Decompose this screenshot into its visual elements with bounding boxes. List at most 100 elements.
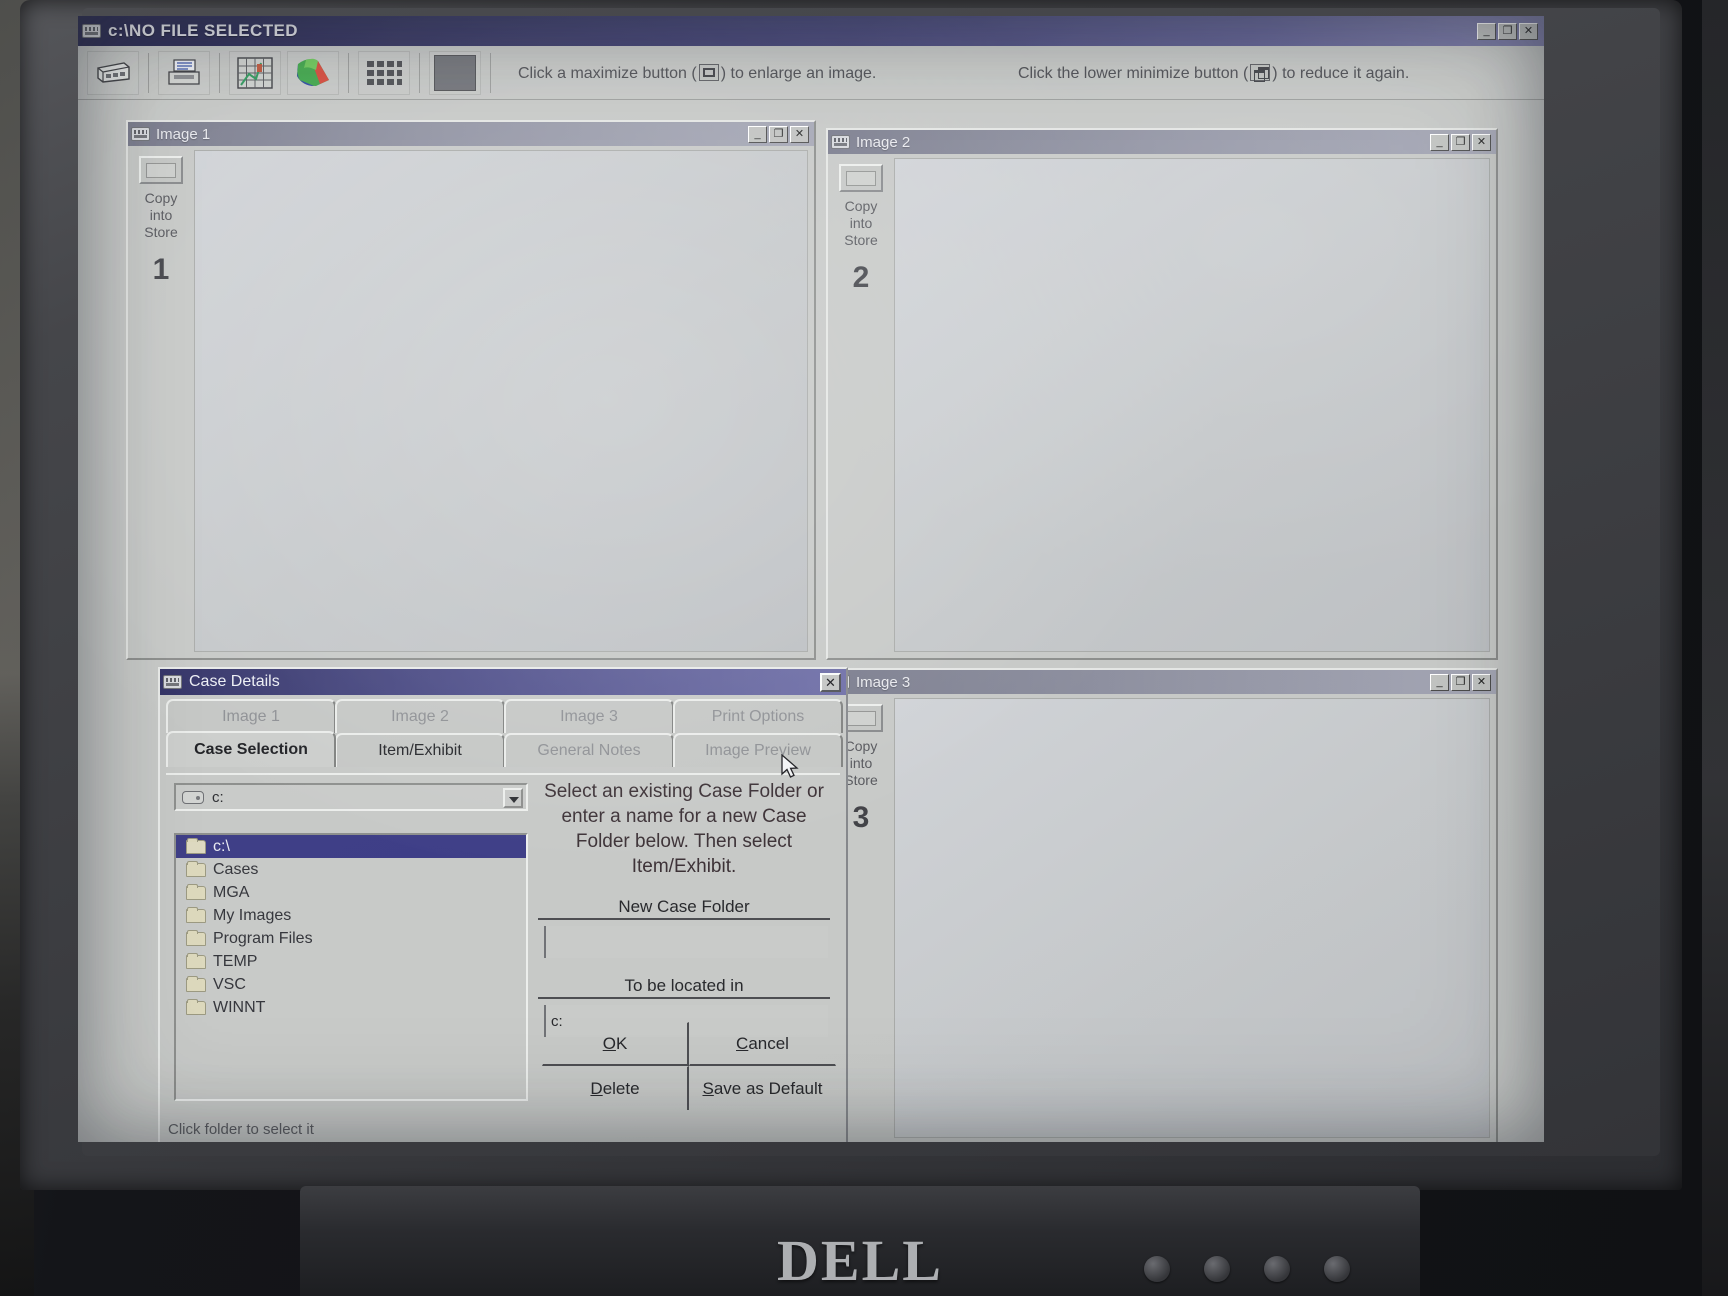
image-window-icon: [831, 135, 850, 149]
image-2-copy-line2: into: [849, 215, 873, 231]
image-1-close-button[interactable]: ✕: [790, 125, 809, 143]
dark-square-icon-button[interactable]: [429, 50, 481, 95]
monitor-buttons[interactable]: [1144, 1256, 1350, 1282]
image-2-copy-line1: Copy: [844, 198, 878, 214]
case-selection-panel: c: c:\ Cases MGA My Images Program Files…: [166, 773, 840, 1114]
image-2-minimize-button[interactable]: _: [1430, 133, 1449, 151]
image-1-number: 1: [152, 253, 170, 286]
monitor-power-button[interactable]: [1324, 1256, 1350, 1282]
image-window-3-controls[interactable]: _ ❐ ✕: [1430, 673, 1491, 691]
image-3-minimize-button[interactable]: _: [1430, 673, 1449, 691]
case-details-window-icon: [163, 675, 182, 689]
list-item[interactable]: Program Files: [176, 927, 526, 950]
save-as-default-button[interactable]: Save as Default: [689, 1066, 836, 1110]
image-window-2[interactable]: Image 2 _ ❐ ✕ Copy into Store 2: [826, 128, 1498, 660]
folder-icon: [186, 906, 206, 923]
image-window-2-titlebar: Image 2 _ ❐ ✕: [828, 130, 1496, 154]
list-item[interactable]: TEMP: [176, 950, 526, 973]
thumbnail-grid-icon-button[interactable]: [358, 50, 410, 95]
case-details-dialog[interactable]: Case Details ✕ Image 1 Image 2 Image 3 P…: [158, 667, 848, 1142]
printer-icon: [168, 58, 200, 85]
image-window-2-controls[interactable]: _ ❐ ✕: [1430, 133, 1491, 151]
image-window-3-body: Copy into Store 3: [828, 694, 1496, 1142]
folder-tree[interactable]: c:\ Cases MGA My Images Program Files TE…: [174, 833, 528, 1101]
application-window: c:\NO FILE SELECTED _ ❐ ✕ Click a maximi…: [78, 16, 1544, 1142]
list-item[interactable]: Cases: [176, 858, 526, 881]
folder-icon: [186, 998, 206, 1015]
image-1-copy-into-store-button[interactable]: [139, 156, 183, 184]
case-details-tabrow-top: Image 1 Image 2 Image 3 Print Options: [160, 699, 846, 733]
monitor-button-3[interactable]: [1264, 1256, 1290, 1282]
restore-button[interactable]: ❐: [1498, 22, 1517, 40]
image-3-copy-label: Copy into Store: [844, 738, 877, 789]
list-item[interactable]: VSC: [176, 973, 526, 996]
maximize-hint-text-b: ) to enlarge an image.: [720, 65, 877, 82]
tab-case-selection[interactable]: Case Selection: [166, 731, 336, 767]
tab-image-2[interactable]: Image 2: [335, 699, 505, 733]
scanner-icon-button[interactable]: [87, 50, 139, 95]
image-window-1-body: Copy into Store 1: [128, 146, 814, 658]
toolbar-separator-4: [419, 52, 420, 93]
tab-print-options[interactable]: Print Options: [673, 699, 843, 733]
image-1-minimize-button[interactable]: _: [748, 125, 767, 143]
case-dialog-buttons: OK Cancel Delete Save as Default: [542, 1022, 836, 1110]
drive-select[interactable]: c:: [174, 783, 528, 811]
tab-general-notes[interactable]: General Notes: [504, 733, 674, 767]
dell-logo: DELL: [777, 1228, 943, 1293]
main-toolbar: Click a maximize button () to enlarge an…: [78, 46, 1544, 100]
image-window-3[interactable]: Image 3 _ ❐ ✕ Copy into Store 3: [826, 668, 1498, 1142]
toolbar-separator-5: [490, 52, 491, 93]
printer-icon-button[interactable]: [158, 50, 210, 95]
minimize-glyph-icon: [1250, 64, 1271, 82]
image-2-canvas[interactable]: [894, 158, 1490, 652]
image-1-maximize-button[interactable]: ❐: [769, 125, 788, 143]
maximize-hint: Click a maximize button () to enlarge an…: [518, 64, 876, 83]
folder-label: c:\: [213, 837, 230, 855]
monitor-screen: c:\NO FILE SELECTED _ ❐ ✕ Click a maximi…: [78, 16, 1544, 1142]
image-1-copy-line1: Copy: [144, 190, 178, 206]
case-instruction-text: Select an existing Case Folder or enter …: [544, 781, 824, 877]
image-window-3-title: Image 3: [856, 673, 911, 691]
image-window-1-controls[interactable]: _ ❐ ✕: [748, 125, 809, 143]
toolbar-separator-3: [348, 52, 349, 93]
grid-chart-icon-button[interactable]: [229, 50, 281, 95]
image-3-close-button[interactable]: ✕: [1472, 673, 1491, 691]
list-item[interactable]: My Images: [176, 904, 526, 927]
tab-image-3[interactable]: Image 3: [504, 699, 674, 733]
image-3-canvas[interactable]: [894, 698, 1490, 1138]
copy-store-icon: [846, 711, 876, 726]
list-item[interactable]: MGA: [176, 881, 526, 904]
image-2-maximize-button[interactable]: ❐: [1451, 133, 1470, 151]
delete-button[interactable]: Delete: [542, 1066, 689, 1110]
monitor-button-2[interactable]: [1204, 1256, 1230, 1282]
image-2-close-button[interactable]: ✕: [1472, 133, 1491, 151]
list-item[interactable]: WINNT: [176, 996, 526, 1019]
image-window-3-titlebar: Image 3 _ ❐ ✕: [828, 670, 1496, 694]
image-1-canvas[interactable]: [194, 150, 808, 652]
folder-browser-pane: c: c:\ Cases MGA My Images Program Files…: [166, 775, 534, 1114]
tab-item-exhibit[interactable]: Item/Exhibit: [335, 733, 505, 767]
background-wall-right: [1702, 0, 1728, 1296]
color-palette-icon-button[interactable]: [287, 50, 339, 95]
list-item[interactable]: c:\: [176, 835, 526, 858]
ok-button[interactable]: OK: [542, 1022, 689, 1066]
image-3-copy-line3: Store: [844, 772, 878, 788]
image-2-copy-into-store-button[interactable]: [839, 164, 883, 192]
case-details-close-button[interactable]: ✕: [820, 672, 841, 692]
chevron-down-icon[interactable]: [503, 788, 523, 808]
image-1-copy-line2: into: [149, 207, 173, 223]
close-button[interactable]: ✕: [1519, 22, 1538, 40]
new-case-folder-input[interactable]: [544, 926, 828, 958]
cancel-button[interactable]: Cancel: [689, 1022, 836, 1066]
image-window-1[interactable]: Image 1 _ ❐ ✕ Copy into Store 1: [126, 120, 816, 660]
image-3-number: 3: [852, 801, 870, 834]
image-3-maximize-button[interactable]: ❐: [1451, 673, 1470, 691]
tab-image-preview[interactable]: Image Preview: [673, 733, 843, 767]
minimize-button[interactable]: _: [1477, 22, 1496, 40]
to-be-located-in-underline: [538, 997, 830, 999]
image-window-1-titlebar: Image 1 _ ❐ ✕: [128, 122, 814, 146]
main-window-controls[interactable]: _ ❐ ✕: [1477, 22, 1538, 40]
tab-image-1[interactable]: Image 1: [166, 699, 336, 733]
image-2-copy-column: Copy into Store 2: [828, 154, 894, 658]
monitor-button-1[interactable]: [1144, 1256, 1170, 1282]
